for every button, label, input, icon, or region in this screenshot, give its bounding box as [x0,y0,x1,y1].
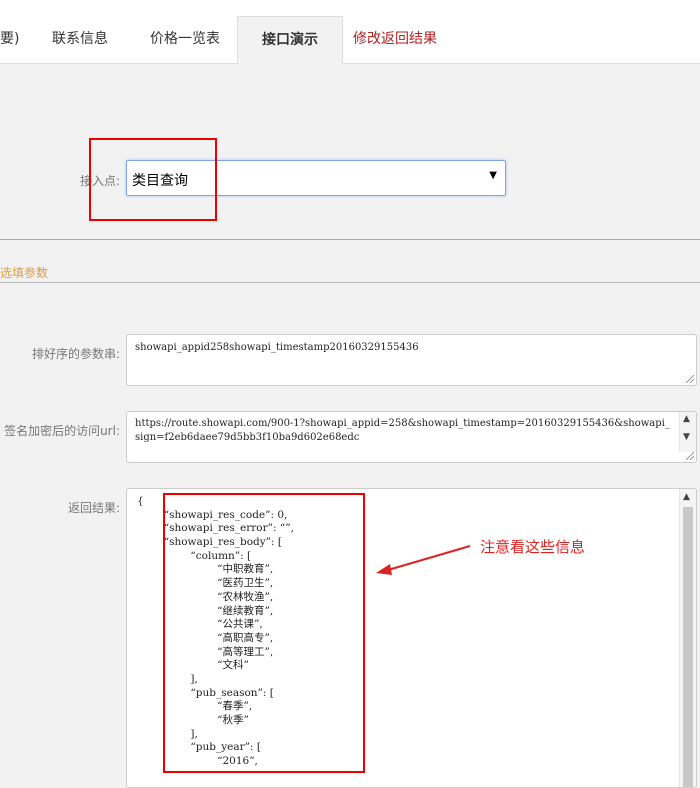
sorted-params-label: 排好序的参数串: [31,347,120,361]
scroll-thumb[interactable] [683,507,693,787]
result-label: 返回结果: [67,501,120,515]
dropdown-arrow-icon[interactable]: ▼ [489,170,497,181]
resize-handle-icon[interactable] [686,375,694,383]
tab-price-list[interactable]: 价格一览表 [150,16,220,62]
signed-url-scrollbar[interactable]: ▲ ▼ [679,412,696,452]
tab-contact-info[interactable]: 联系信息 [52,16,108,62]
signed-url-text: https://route.showapi.com/900-1?showapi_… [135,418,670,443]
highlight-box-access-point [89,138,217,221]
signed-url-label: 签名加密后的访问url: [4,424,120,438]
section-divider-bottom [0,282,700,283]
tab-bar: 要) 联系信息 价格一览表 接口演示 修改返回结果 [0,0,700,64]
annotation-arrow-icon [376,545,471,575]
tab-modify-result[interactable]: 修改返回结果 [353,16,437,62]
resize-handle-icon[interactable] [686,452,694,460]
scroll-up-icon[interactable]: ▲ [683,414,690,424]
tab-overview[interactable]: 要) [0,16,19,62]
section-divider-top [0,239,700,240]
signed-url-textarea[interactable]: https://route.showapi.com/900-1?showapi_… [126,411,697,463]
highlight-box-result [163,493,365,773]
scroll-up-icon[interactable]: ▲ [683,492,690,502]
annotation-note: 注意看这些信息 [480,538,586,556]
scroll-down-icon[interactable]: ▼ [683,432,690,442]
tab-api-demo[interactable]: 接口演示 [237,16,343,64]
sorted-params-textarea[interactable]: showapi_appid258showapi_timestamp2016032… [126,334,697,386]
result-scrollbar[interactable]: ▲ [679,489,696,787]
optional-params-title[interactable]: 选填参数 [0,264,48,281]
sorted-params-text: showapi_appid258showapi_timestamp2016032… [135,342,419,353]
